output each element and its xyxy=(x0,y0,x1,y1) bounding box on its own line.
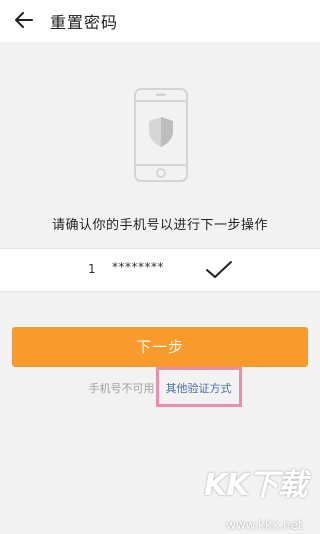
confirm-phone-prompt: 请确认你的手机号以进行下一步操作 xyxy=(51,218,268,233)
watermark: KK下载 www.kkx.net xyxy=(204,460,320,534)
top-app-bar: 重置密码 xyxy=(0,0,320,42)
next-step-button[interactable]: 下一步 xyxy=(12,327,308,367)
phone-number-row[interactable]: 1 ******** xyxy=(0,248,320,292)
phone-shield-icon xyxy=(134,88,188,182)
highlight-annotation xyxy=(156,367,242,407)
checkmark-icon xyxy=(206,261,232,278)
arrow-left-icon[interactable] xyxy=(15,12,33,28)
phone-prefix: 1 xyxy=(88,262,96,276)
phone-masked-number: ******** xyxy=(112,260,164,274)
phone-unavailable-text: 手机号不可用， xyxy=(88,382,166,395)
watermark-url: www.kkx.net xyxy=(226,518,303,532)
illustration-area xyxy=(0,42,320,228)
watermark-logo: KK下载 xyxy=(204,468,307,503)
page-title: 重置密码 xyxy=(50,13,119,32)
back-button[interactable] xyxy=(10,6,38,34)
